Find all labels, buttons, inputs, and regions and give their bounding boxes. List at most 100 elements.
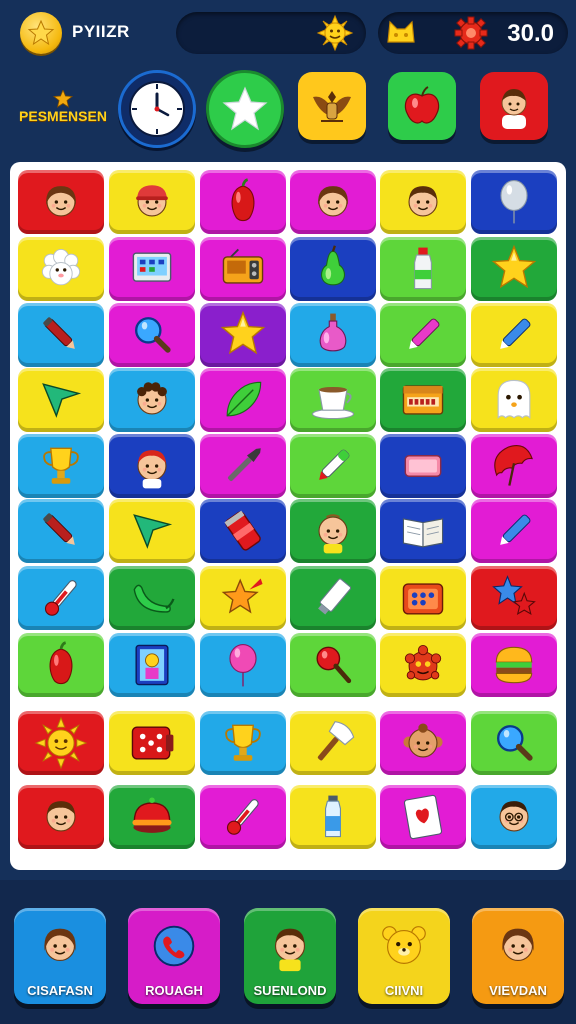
tile-box[interactable]: [380, 368, 466, 432]
thermometer-icon: [226, 799, 259, 835]
dock-label: VIEVDAN: [489, 983, 547, 998]
tile-face-glasses[interactable]: [471, 785, 557, 849]
dock-button-ciivni[interactable]: CIIVNI: [358, 908, 450, 1004]
dock-button-vievdan[interactable]: VIEVDAN: [472, 908, 564, 1004]
tile-face-boy-cap[interactable]: [109, 170, 195, 234]
top-hud: PYIIZR 30.0: [0, 0, 576, 64]
girl-avatar-icon: [44, 928, 76, 962]
tile-face-girl[interactable]: [18, 170, 104, 234]
tile-hammer[interactable]: [290, 711, 376, 775]
gold-star-coin-icon[interactable]: [20, 12, 62, 54]
tile-balloon-pink[interactable]: [200, 633, 286, 697]
tile-cup[interactable]: [290, 368, 376, 432]
star-powerup-button[interactable]: [206, 70, 284, 148]
pot-icon: [132, 797, 172, 833]
tile-sun[interactable]: [18, 711, 104, 775]
tile-pot[interactable]: [109, 785, 195, 849]
tile-bottle[interactable]: [380, 237, 466, 301]
score-value: 30.0: [507, 20, 554, 47]
clock-icon[interactable]: [118, 70, 196, 148]
tile-frame[interactable]: [109, 633, 195, 697]
tile-pear[interactable]: [290, 237, 376, 301]
arrow-icon: [133, 514, 173, 549]
box-icon: [402, 385, 444, 415]
tile-face-boy[interactable]: [18, 785, 104, 849]
pepper-icon: [49, 641, 73, 685]
tile-arrow[interactable]: [109, 499, 195, 563]
tile-trophy[interactable]: [18, 434, 104, 498]
tile-face-monkey[interactable]: [380, 711, 466, 775]
tile-star-rocket[interactable]: [200, 566, 286, 630]
eagle-powerup-button[interactable]: [298, 72, 366, 140]
tile-dice-box-red[interactable]: [109, 711, 195, 775]
marker-green-icon: [319, 449, 350, 480]
tile-star[interactable]: [200, 303, 286, 367]
tile-radio[interactable]: [200, 237, 286, 301]
tile-sheep[interactable]: [18, 237, 104, 301]
tile-eraser[interactable]: [380, 434, 466, 498]
dock-button-rouagh[interactable]: ROUAGH: [128, 908, 220, 1004]
tile-trophy[interactable]: [200, 711, 286, 775]
tile-can[interactable]: [200, 499, 286, 563]
tile-face-girl[interactable]: [290, 170, 376, 234]
leaf-icon: [226, 381, 262, 417]
tile-chili[interactable]: [109, 566, 195, 630]
face-girl-icon: [318, 186, 348, 217]
tile-arrow[interactable]: [18, 368, 104, 432]
tile-lollipop[interactable]: [290, 633, 376, 697]
tile-dice-box[interactable]: [380, 566, 466, 630]
tile-marker[interactable]: [18, 499, 104, 563]
eagle-emblem-icon: [313, 91, 351, 122]
tile-marker[interactable]: [18, 303, 104, 367]
tile-tube[interactable]: [290, 566, 376, 630]
sun-icon: [34, 716, 88, 770]
cat-head-icon: [387, 20, 415, 43]
umbrella-icon: [494, 444, 533, 486]
tile-umbrella[interactable]: [471, 434, 557, 498]
tile-pepper[interactable]: [18, 633, 104, 697]
score-pill: 30.0: [378, 12, 568, 54]
tile-marker-blue[interactable]: [471, 499, 557, 563]
tile-balloon[interactable]: [471, 170, 557, 234]
baby-icon: [318, 514, 348, 554]
tile-star[interactable]: [471, 237, 557, 301]
card-icon: [403, 794, 443, 840]
tile-marker-green[interactable]: [290, 434, 376, 498]
tablet-icon: [132, 252, 172, 282]
tile-ghost[interactable]: [471, 368, 557, 432]
tile-card[interactable]: [380, 785, 466, 849]
tile-brush[interactable]: [200, 434, 286, 498]
dock-button-suenlond[interactable]: SUENLOND: [244, 908, 336, 1004]
tile-face-curly[interactable]: [109, 368, 195, 432]
tile-magnifier[interactable]: [471, 711, 557, 775]
tile-burger[interactable]: [471, 633, 557, 697]
girl-avatar-icon: [502, 928, 534, 962]
gear-icon[interactable]: [452, 14, 490, 52]
tile-monster[interactable]: [380, 633, 466, 697]
tile-marker-blue[interactable]: [471, 303, 557, 367]
boy-avatar-icon: [501, 89, 527, 129]
lollipop-icon: [316, 646, 352, 684]
tile-thermometer[interactable]: [200, 785, 286, 849]
tile-marker-pink[interactable]: [380, 303, 466, 367]
tile-bottle-blue[interactable]: [290, 785, 376, 849]
tile-book[interactable]: [380, 499, 466, 563]
tile-stars[interactable]: [471, 566, 557, 630]
tile-potion[interactable]: [290, 303, 376, 367]
tile-face-red-hair[interactable]: [109, 434, 195, 498]
tile-magnifier[interactable]: [109, 303, 195, 367]
tile-pepper[interactable]: [200, 170, 286, 234]
chili-icon: [133, 584, 175, 613]
tile-tablet[interactable]: [109, 237, 195, 301]
dice-box-red-icon: [131, 726, 174, 760]
trophy-icon: [225, 724, 261, 761]
tile-baby[interactable]: [290, 499, 376, 563]
thermometer-icon: [44, 580, 77, 616]
bear-icon: [382, 926, 426, 964]
tile-leaf[interactable]: [200, 368, 286, 432]
tile-thermometer[interactable]: [18, 566, 104, 630]
boy-powerup-button[interactable]: [480, 72, 548, 140]
tile-face-boy[interactable]: [380, 170, 466, 234]
dock-button-cisafasn[interactable]: CISAFASN: [14, 908, 106, 1004]
apple-powerup-button[interactable]: [388, 72, 456, 140]
